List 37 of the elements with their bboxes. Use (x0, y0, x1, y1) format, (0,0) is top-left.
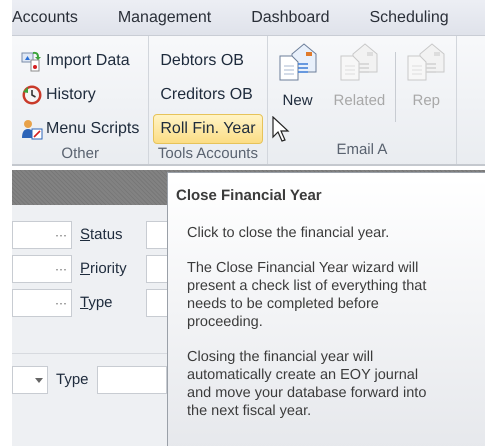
ribbon-tab[interactable]: Dashboard (251, 6, 330, 30)
ribbon-button[interactable]: Menu Scripts (16, 114, 144, 144)
group-title: Email A (335, 140, 388, 160)
field-label: Status (80, 224, 124, 245)
dropdown-field[interactable] (12, 366, 48, 394)
ribbon-button[interactable]: Debtors OB (153, 46, 263, 76)
tooltip-title: Close Financial Year (176, 186, 323, 206)
clock-icon (21, 84, 43, 106)
ellipsis-button[interactable]: ··· (55, 226, 67, 244)
tooltip-text: Closing the financial year will automatically create an EOY journal and move your database forward into the next fiscal year. (187, 348, 428, 420)
ribbon-button[interactable]: Import Data (16, 46, 144, 76)
field-label: Type (56, 370, 89, 390)
field-label: Priority (80, 258, 128, 279)
lookup-field[interactable]: ··· (12, 221, 72, 249)
user-script-icon (21, 118, 43, 140)
lookup-field[interactable]: ··· (12, 255, 72, 283)
tooltip-text: The Close Financial Year wizard will present a check list of everything that needs to be completed before proceeding. (187, 258, 428, 330)
lookup-field[interactable]: ··· (12, 289, 72, 317)
mouse-cursor-icon (272, 116, 292, 144)
ribbon-tab[interactable]: Scheduling (369, 6, 449, 30)
ribbon-tab[interactable]: Management (118, 6, 212, 30)
ribbon-button[interactable]: History (16, 80, 144, 110)
ribbon-button[interactable]: Roll Fin. Year (153, 114, 263, 144)
envelope-document-icon (406, 42, 446, 82)
document-arrow-icon (21, 50, 43, 72)
input-field[interactable] (96, 366, 167, 394)
group-title: Other (60, 144, 100, 164)
envelope-document-icon (278, 42, 318, 82)
group-title: Tools Accounts (156, 144, 259, 164)
tooltip-text: Click to close the financial year. (187, 224, 390, 242)
ellipsis-button[interactable]: ··· (55, 294, 67, 312)
caret-icon (35, 378, 43, 382)
envelope-document-icon (339, 42, 380, 82)
ribbon-tab[interactable]: Accounts (12, 6, 78, 30)
ellipsis-button[interactable]: ··· (55, 260, 67, 278)
field-label: Type (80, 292, 114, 313)
ribbon-button[interactable]: Creditors OB (153, 80, 263, 110)
